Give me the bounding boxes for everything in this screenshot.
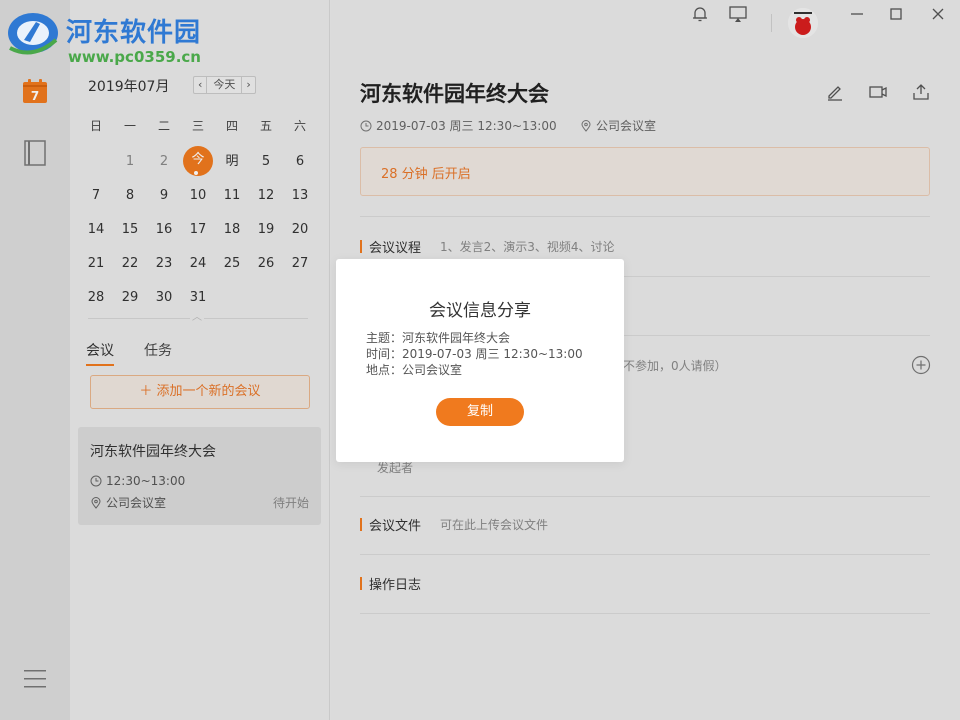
- share-topic: 主题：河东软件园年终大会: [366, 331, 511, 345]
- site-name: 河东软件园: [66, 18, 202, 48]
- share-dialog-title: 会议信息分享: [429, 301, 531, 321]
- share-dialog: 会议信息分享 主题：河东软件园年终大会 时间：2019-07-03 周三 12:…: [336, 259, 624, 462]
- site-url: www.pc0359.cn: [68, 48, 201, 66]
- site-watermark: 河东软件园 www.pc0359.cn: [0, 0, 215, 70]
- share-place: 地点：公司会议室: [366, 363, 463, 377]
- copy-button[interactable]: 复制: [436, 398, 524, 426]
- logo-icon: [8, 13, 58, 55]
- share-time: 时间：2019-07-03 周三 12:30~13:00: [366, 347, 583, 361]
